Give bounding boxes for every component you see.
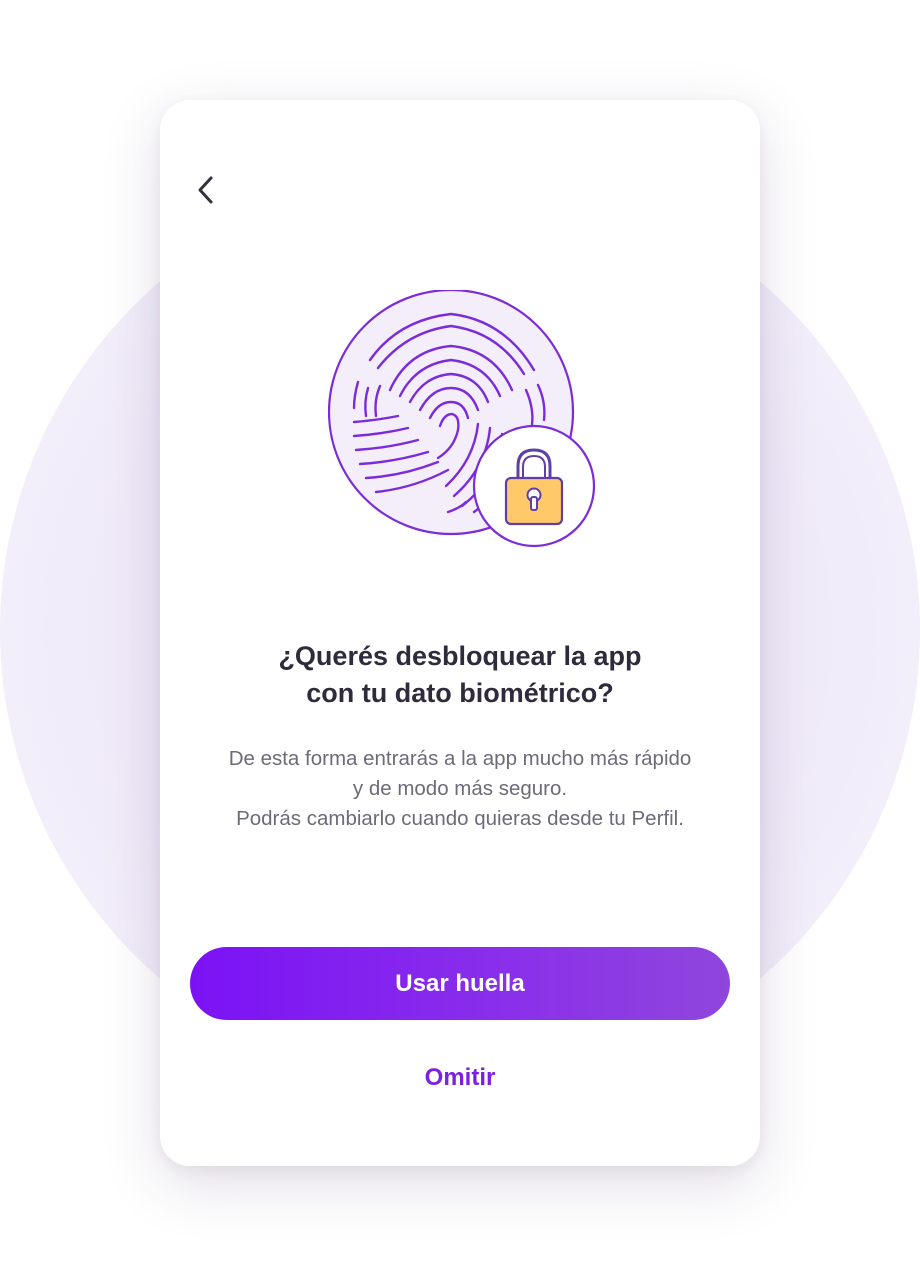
use-fingerprint-button[interactable]: Usar huella xyxy=(190,947,730,1020)
chevron-left-icon xyxy=(198,176,213,204)
title-line: con tu dato biométrico? xyxy=(306,678,614,708)
screen: ¿Querés desbloquear la app con tu dato b… xyxy=(0,0,920,1266)
description-line: y de modo más seguro. xyxy=(352,777,568,800)
skip-button[interactable]: Omitir xyxy=(360,1058,560,1098)
description-line: Podrás cambiarlo cuando quieras desde tu… xyxy=(236,807,684,830)
description: De esta forma entrarás a la app mucho má… xyxy=(190,744,730,834)
fingerprint-illustration xyxy=(328,290,596,548)
back-button[interactable] xyxy=(186,170,226,210)
padlock-icon xyxy=(472,424,596,548)
biometric-card: ¿Querés desbloquear la app con tu dato b… xyxy=(160,100,760,1166)
description-line: De esta forma entrarás a la app mucho má… xyxy=(228,747,692,770)
title-line: ¿Querés desbloquear la app xyxy=(278,641,642,671)
page-title: ¿Querés desbloquear la app con tu dato b… xyxy=(200,638,720,712)
